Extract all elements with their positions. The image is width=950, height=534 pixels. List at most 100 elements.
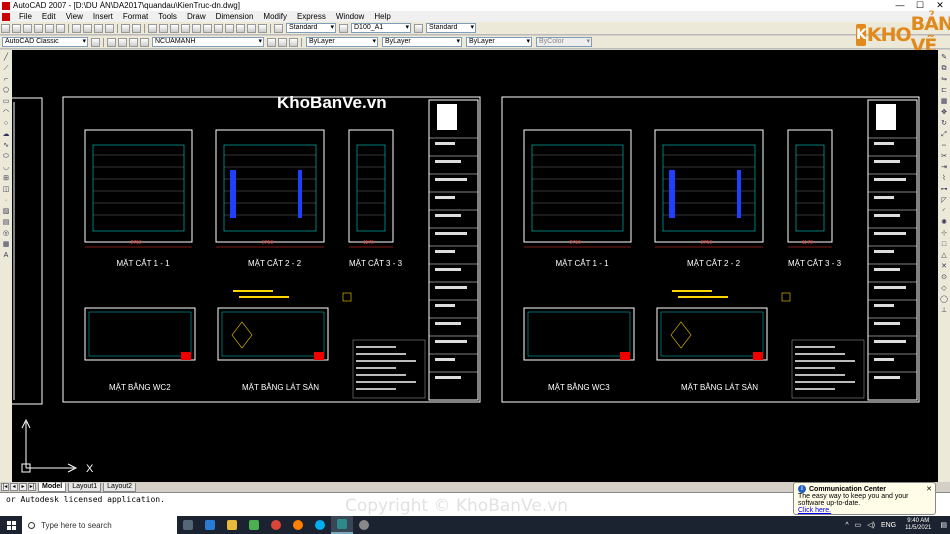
- break-icon[interactable]: ⌇: [940, 175, 948, 183]
- gradient-icon[interactable]: ▤: [2, 219, 10, 227]
- menu-modify[interactable]: Modify: [258, 11, 292, 22]
- first-tab-icon[interactable]: |◂: [1, 483, 9, 491]
- point-icon[interactable]: ·: [2, 197, 10, 205]
- center-icon[interactable]: ⊙: [940, 274, 948, 282]
- fillet-icon[interactable]: ◜: [940, 208, 948, 216]
- clock[interactable]: 9:40 AM 11/5/2021: [905, 518, 931, 532]
- zoom-realtime-icon[interactable]: [159, 23, 168, 33]
- save-icon[interactable]: [23, 23, 32, 33]
- trim-icon[interactable]: ✂: [940, 153, 948, 161]
- multiline-text-icon[interactable]: A: [2, 252, 10, 260]
- perpendicular-icon[interactable]: ⊥: [940, 307, 948, 315]
- task-view-icon[interactable]: [177, 516, 199, 534]
- show-hidden-icon[interactable]: ^: [845, 522, 848, 529]
- quadrant-icon[interactable]: ◇: [940, 285, 948, 293]
- copy-object-icon[interactable]: ⧉: [940, 65, 948, 73]
- dim-style-select[interactable]: D100_A1: [351, 23, 411, 33]
- layer-properties-icon[interactable]: [107, 37, 116, 47]
- spline-icon[interactable]: ∿: [2, 142, 10, 150]
- construction-line-icon[interactable]: ⟋: [2, 65, 10, 73]
- midpoint-icon[interactable]: △: [940, 252, 948, 260]
- taskbar-search[interactable]: Type here to search: [22, 516, 177, 534]
- menu-file[interactable]: File: [14, 11, 37, 22]
- prev-tab-icon[interactable]: ◂: [10, 483, 18, 491]
- markup-icon[interactable]: [236, 23, 245, 33]
- layer-select[interactable]: NCUAMANH: [152, 37, 264, 47]
- revcloud-icon[interactable]: ☁: [2, 131, 10, 139]
- comm-link[interactable]: Click here.: [798, 507, 931, 514]
- paste-icon[interactable]: [94, 23, 103, 33]
- table-style-select[interactable]: Standard: [426, 23, 476, 33]
- lineweight-select[interactable]: ByLayer: [466, 37, 532, 47]
- zoom-window-icon[interactable]: [170, 23, 179, 33]
- tool-palettes-icon[interactable]: [214, 23, 223, 33]
- drawing-svg[interactable]: MẶT CẮT 1 - 12710MẶT CẮT 2 - 22710MẶT CẮ…: [12, 50, 938, 482]
- extend-icon[interactable]: ⇥: [940, 164, 948, 172]
- snap-icon[interactable]: ⊹: [940, 230, 948, 238]
- rotate-icon[interactable]: ↻: [940, 120, 948, 128]
- match-properties-icon[interactable]: [105, 23, 114, 33]
- workspace-settings-icon[interactable]: [91, 37, 100, 47]
- last-tab-icon[interactable]: ▸|: [28, 483, 36, 491]
- publish-icon[interactable]: [56, 23, 65, 33]
- ellipse-arc-icon[interactable]: ◡: [2, 164, 10, 172]
- menu-format[interactable]: Format: [118, 11, 153, 22]
- region-icon[interactable]: ◎: [2, 230, 10, 238]
- preview-icon[interactable]: [45, 23, 54, 33]
- mail-app-icon[interactable]: [199, 516, 221, 534]
- copy-icon[interactable]: [83, 23, 92, 33]
- menu-express[interactable]: Express: [292, 11, 331, 22]
- design-center-icon[interactable]: [203, 23, 212, 33]
- minimize-button[interactable]: —: [890, 0, 910, 11]
- next-tab-icon[interactable]: ▸: [19, 483, 27, 491]
- circle-icon[interactable]: ○: [2, 120, 10, 128]
- linetype-select[interactable]: ByLayer: [382, 37, 462, 47]
- communication-center-balloon[interactable]: i Communication Center ✕ The easy way to…: [793, 482, 936, 515]
- tab-layout1[interactable]: Layout1: [68, 482, 102, 492]
- scale-icon[interactable]: ⤢: [940, 131, 948, 139]
- cut-icon[interactable]: [72, 23, 81, 33]
- line-icon[interactable]: ╱: [2, 54, 10, 62]
- chamfer-icon[interactable]: ◸: [940, 197, 948, 205]
- autocad-app-icon[interactable]: [2, 1, 10, 10]
- start-button[interactable]: [0, 516, 22, 534]
- stretch-icon[interactable]: ⇔: [940, 142, 948, 150]
- menu-tools[interactable]: Tools: [153, 11, 182, 22]
- tangent-icon[interactable]: ◯: [940, 296, 948, 304]
- ellipse-icon[interactable]: ⬭: [2, 153, 10, 161]
- calculator-icon[interactable]: [247, 23, 256, 33]
- layer-on-icon[interactable]: [118, 37, 127, 47]
- settings-icon[interactable]: [353, 516, 375, 534]
- move-icon[interactable]: ✥: [940, 109, 948, 117]
- close-button[interactable]: ✕: [930, 0, 950, 11]
- rectangle-icon[interactable]: ▭: [2, 98, 10, 106]
- volume-icon[interactable]: ◁): [867, 521, 875, 529]
- properties-icon[interactable]: [192, 23, 201, 33]
- mirror-icon[interactable]: ⇋: [940, 76, 948, 84]
- arc-icon[interactable]: ◠: [2, 109, 10, 117]
- sheet-set-icon[interactable]: [225, 23, 234, 33]
- notification-icon[interactable]: ▤: [940, 521, 947, 529]
- hatch-icon[interactable]: ▨: [2, 208, 10, 216]
- autocad-taskbar-icon[interactable]: [331, 516, 353, 534]
- layer-lock-icon[interactable]: [140, 37, 149, 47]
- insert-block-icon[interactable]: ⊞: [2, 175, 10, 183]
- layer-freeze-icon[interactable]: [129, 37, 138, 47]
- chart-app-icon[interactable]: [243, 516, 265, 534]
- polygon-icon[interactable]: ⬠: [2, 87, 10, 95]
- workspace-select[interactable]: AutoCAD Classic: [2, 37, 88, 47]
- tab-layout2[interactable]: Layout2: [103, 482, 137, 492]
- firefox-icon[interactable]: [287, 516, 309, 534]
- make-block-icon[interactable]: ◫: [2, 186, 10, 194]
- table-icon[interactable]: ▦: [2, 241, 10, 249]
- array-icon[interactable]: ▦: [940, 98, 948, 106]
- network-icon[interactable]: ▭: [855, 521, 862, 529]
- help-icon[interactable]: [258, 23, 267, 33]
- maximize-button[interactable]: ☐: [910, 0, 930, 11]
- tab-model[interactable]: Model: [38, 482, 67, 492]
- print-icon[interactable]: [34, 23, 43, 33]
- redo-icon[interactable]: [132, 23, 141, 33]
- language-indicator[interactable]: ENG: [881, 522, 896, 529]
- close-icon[interactable]: ✕: [926, 485, 932, 493]
- join-icon[interactable]: ⊶: [940, 186, 948, 194]
